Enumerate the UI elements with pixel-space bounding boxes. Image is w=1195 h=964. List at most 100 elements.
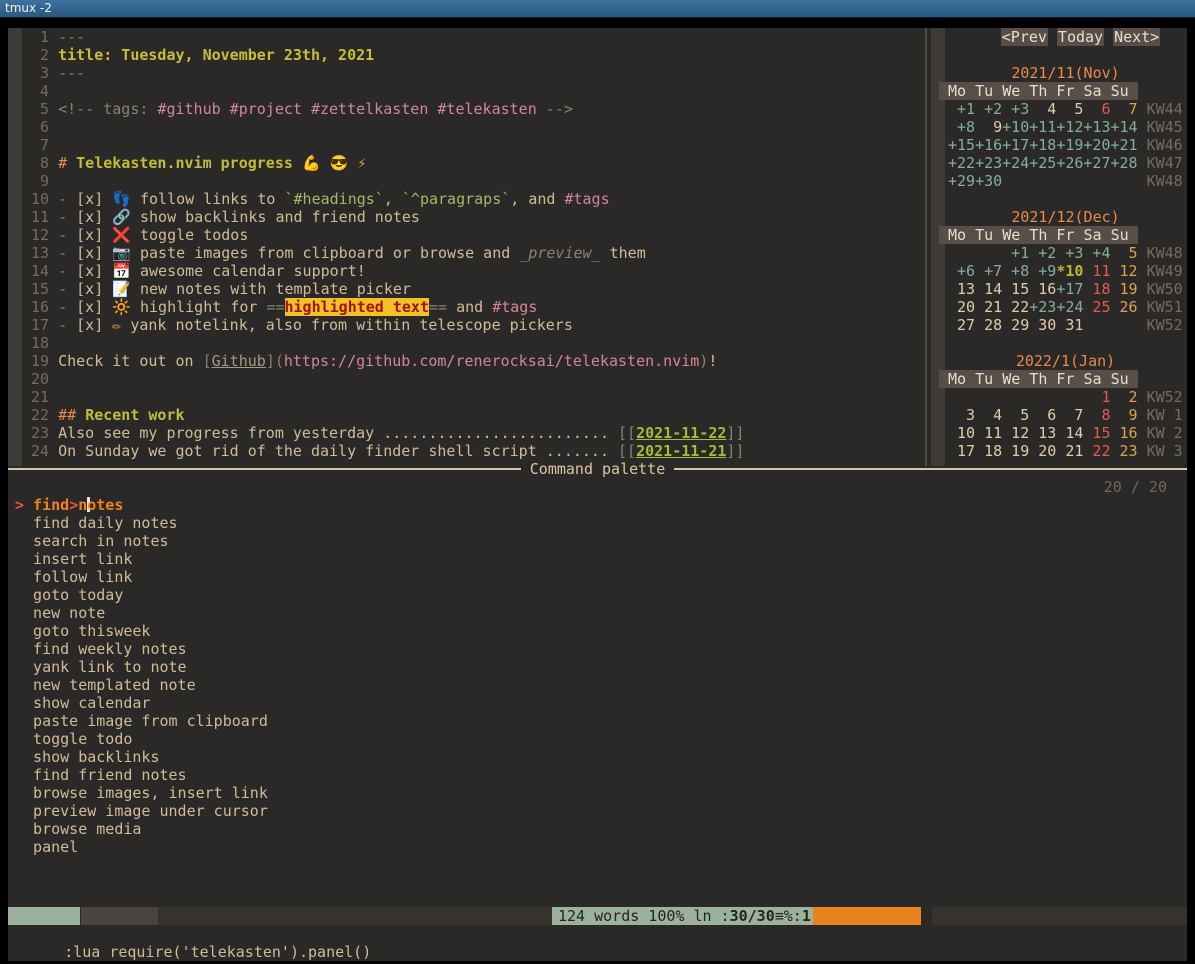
calendar-day[interactable]: +26	[1056, 154, 1083, 172]
calendar-day[interactable]: +19	[1056, 136, 1083, 154]
editor-line[interactable]: 19Check it out on [Github](https://githu…	[22, 352, 924, 370]
palette-item[interactable]: follow link	[15, 568, 1179, 586]
calendar-day[interactable]: 19	[1002, 442, 1029, 460]
calendar-day[interactable]: +9	[1029, 262, 1056, 280]
palette-item[interactable]: panel	[15, 838, 1179, 856]
calendar-day[interactable]: +10	[1002, 118, 1029, 136]
calendar-day[interactable]: 6	[1083, 100, 1110, 118]
editor-line[interactable]: 20	[22, 370, 924, 388]
calendar-day[interactable]: 23	[1110, 442, 1137, 460]
calendar-day[interactable]: 21	[975, 298, 1002, 316]
calendar-day[interactable]: 13	[1029, 424, 1056, 442]
palette-item[interactable]: goto today	[15, 586, 1179, 604]
next-month-button[interactable]: Next>	[1113, 28, 1160, 46]
editor-line[interactable]: 13- [x] 📷 paste images from clipboard or…	[22, 244, 924, 262]
calendar-day[interactable]: 3	[948, 406, 975, 424]
calendar-day[interactable]: 18	[1083, 280, 1110, 298]
calendar-day[interactable]: 15	[1083, 424, 1110, 442]
calendar-day[interactable]: 31	[1056, 316, 1083, 334]
calendar-day[interactable]: 12	[1110, 262, 1137, 280]
calendar-day[interactable]: *10	[1056, 262, 1083, 280]
calendar-day[interactable]: +14	[1110, 118, 1137, 136]
calendar-day[interactable]: +13	[1083, 118, 1110, 136]
palette-item[interactable]: insert link	[15, 550, 1179, 568]
editor-line[interactable]: 4	[22, 82, 924, 100]
calendar-day[interactable]: +1	[1002, 244, 1029, 262]
palette-item[interactable]: browse media	[15, 820, 1179, 838]
editor-line[interactable]: 8# Telekasten.nvim progress 💪 😎 ⚡	[22, 154, 924, 172]
calendar-day[interactable]: +16	[975, 136, 1002, 154]
calendar-day[interactable]: 18	[975, 442, 1002, 460]
editor-line[interactable]: 1---	[22, 28, 924, 46]
calendar-day[interactable]: +30	[975, 172, 1002, 190]
palette-item[interactable]: find daily notes	[15, 514, 1179, 532]
calendar-day[interactable]: 16	[1029, 280, 1056, 298]
calendar-day[interactable]: 25	[1083, 298, 1110, 316]
palette-item[interactable]: toggle todo	[15, 730, 1179, 748]
calendar-day[interactable]: 26	[1110, 298, 1137, 316]
calendar-day[interactable]: 5	[1002, 406, 1029, 424]
calendar-day[interactable]: 28	[975, 316, 1002, 334]
calendar-day[interactable]: 5	[1110, 244, 1137, 262]
calendar-day[interactable]: 14	[975, 280, 1002, 298]
palette-item[interactable]: goto thisweek	[15, 622, 1179, 640]
calendar-day[interactable]: +15	[948, 136, 975, 154]
palette-item[interactable]: show calendar	[15, 694, 1179, 712]
calendar-day[interactable]: +25	[1029, 154, 1056, 172]
calendar-day[interactable]: +4	[1083, 244, 1110, 262]
calendar-day[interactable]: 16	[1110, 424, 1137, 442]
calendar-day[interactable]: 22	[1002, 298, 1029, 316]
editor-line[interactable]: 23Also see my progress from yesterday ..…	[22, 424, 924, 442]
calendar-day[interactable]: 2	[1110, 388, 1137, 406]
editor-line[interactable]: 12- [x] ❌ toggle todos	[22, 226, 924, 244]
calendar-day[interactable]: +7	[975, 262, 1002, 280]
palette-item[interactable]: paste image from clipboard	[15, 712, 1179, 730]
calendar-day[interactable]: +24	[1056, 298, 1083, 316]
calendar-day[interactable]: 1	[1083, 388, 1110, 406]
editor-line[interactable]: 2title: Tuesday, November 23th, 2021	[22, 46, 924, 64]
calendar-day[interactable]: 8	[1083, 406, 1110, 424]
prev-month-button[interactable]: <Prev	[1001, 28, 1048, 46]
calendar-day[interactable]: +3	[1056, 244, 1083, 262]
editor-line[interactable]: 17- [x] ✏ yank notelink, also from withi…	[22, 316, 924, 334]
calendar-day[interactable]: +17	[1056, 280, 1083, 298]
palette-item[interactable]: preview image under cursor	[15, 802, 1179, 820]
palette-item[interactable]: new templated note	[15, 676, 1179, 694]
today-button[interactable]: Today	[1057, 28, 1104, 46]
palette-item[interactable]: browse images, insert link	[15, 784, 1179, 802]
command-line[interactable]: :lua require('telekasten').panel()	[10, 925, 371, 943]
calendar-day[interactable]: 7	[1056, 406, 1083, 424]
editor-line[interactable]: 7	[22, 136, 924, 154]
calendar-day[interactable]: 7	[1110, 100, 1137, 118]
palette-item[interactable]: search in notes	[15, 532, 1179, 550]
calendar-day[interactable]: +27	[1083, 154, 1110, 172]
calendar-day[interactable]: 20	[948, 298, 975, 316]
calendar-day[interactable]: 20	[1029, 442, 1056, 460]
calendar-day[interactable]: +11	[1029, 118, 1056, 136]
calendar-day[interactable]: 13	[948, 280, 975, 298]
calendar-day[interactable]: +20	[1083, 136, 1110, 154]
buffer-tab-segment[interactable]: ≡ [11]tra…	[813, 907, 921, 925]
editor-line[interactable]: 14- [x] 📅 awesome calendar support!	[22, 262, 924, 280]
calendar-day[interactable]: 9	[975, 118, 1002, 136]
calendar-day[interactable]: 19	[1110, 280, 1137, 298]
calendar-day[interactable]: +29	[948, 172, 975, 190]
calendar-day[interactable]: 29	[1002, 316, 1029, 334]
calendar-day[interactable]: 22	[1083, 442, 1110, 460]
editor-line[interactable]: 22## Recent work	[22, 406, 924, 424]
window-titlebar[interactable]: tmux -2	[0, 0, 1195, 18]
calendar-day[interactable]: +8	[1002, 262, 1029, 280]
calendar-day[interactable]: 5	[1056, 100, 1083, 118]
editor-pane[interactable]: 1---2title: Tuesday, November 23th, 2021…	[22, 28, 924, 460]
calendar-day[interactable]: 9	[1110, 406, 1137, 424]
editor-line[interactable]: 15- [x] 📝 new notes with template picker	[22, 280, 924, 298]
calendar-day[interactable]: 15	[1002, 280, 1029, 298]
calendar-day[interactable]: +17	[1002, 136, 1029, 154]
calendar-day[interactable]: +18	[1029, 136, 1056, 154]
calendar-day[interactable]: 12	[1002, 424, 1029, 442]
palette-item[interactable]: find friend notes	[15, 766, 1179, 784]
calendar-day[interactable]: 21	[1056, 442, 1083, 460]
calendar-day[interactable]: 11	[1083, 262, 1110, 280]
editor-line[interactable]: 3---	[22, 64, 924, 82]
calendar-day[interactable]: +12	[1056, 118, 1083, 136]
